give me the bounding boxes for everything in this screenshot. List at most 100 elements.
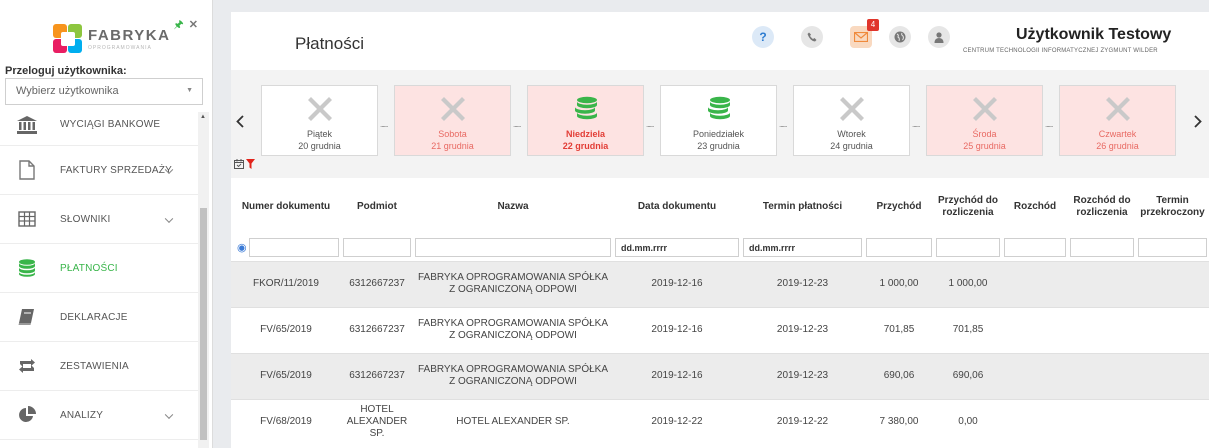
day-name: Niedziela <box>565 129 605 139</box>
day-card[interactable]: Poniedziałek 23 grudnia <box>660 85 777 156</box>
column-header[interactable]: Przychód <box>864 178 934 235</box>
eye-icon[interactable]: ◉ <box>237 242 247 254</box>
help-icon: ? <box>759 30 767 44</box>
prev-week-arrow[interactable] <box>231 106 249 136</box>
user-button[interactable] <box>928 26 950 48</box>
cell-podmiot: 6312667237 <box>341 352 413 399</box>
table-row[interactable]: FKOR/11/2019 6312667237 FABRYKA OPROGRAM… <box>231 260 1209 307</box>
filter-przychod-input[interactable] <box>866 238 932 258</box>
cell-termin: 2019-12-23 <box>741 306 864 353</box>
filter-podmiot-input[interactable] <box>343 238 411 258</box>
pie-chart-icon <box>16 405 38 425</box>
column-header[interactable]: Podmiot <box>341 178 413 235</box>
sidebar-item-label: FAKTURY SPRZEDAŻY <box>60 164 172 176</box>
user-name[interactable]: Użytkownik Testowy <box>1016 26 1171 44</box>
day-name: Sobota <box>438 129 467 139</box>
filter-data-input[interactable]: dd.mm.rrrr <box>615 238 739 258</box>
cell-rozchod <box>1002 352 1068 399</box>
sidebar-item-faktury-sprzedazy[interactable]: FAKTURY SPRZEDAŻY <box>0 146 198 195</box>
filter-przychod-roz-input[interactable] <box>936 238 1000 258</box>
mail-badge: 4 <box>867 19 879 31</box>
table-row[interactable]: FV/65/2019 6312667237 FABRYKA OPROGRAMOW… <box>231 306 1209 353</box>
filter-rozchod-roz-input[interactable] <box>1070 238 1134 258</box>
day-card-today[interactable]: Niedziela 22 grudnia <box>527 85 644 156</box>
cell-przychod: 690,06 <box>864 352 934 399</box>
cell-rozchod-roz <box>1068 398 1136 445</box>
phone-icon <box>807 32 817 42</box>
day-separator: ...... <box>513 120 521 129</box>
filter-nazwa-input[interactable] <box>415 238 611 258</box>
no-payment-icon <box>972 95 998 122</box>
cell-numer: FV/65/2019 <box>231 306 341 353</box>
sidebar-item-zestawienia[interactable]: ZESTAWIENIA <box>0 342 198 391</box>
scroll-up-icon[interactable]: ▲ <box>200 114 206 120</box>
cell-rozchod <box>1002 306 1068 353</box>
globe-button[interactable] <box>889 26 911 48</box>
day-date: 21 grudnia <box>431 141 474 151</box>
day-card[interactable]: Piątek 20 grudnia <box>261 85 378 156</box>
sidebar-item-label: PŁATNOŚCI <box>60 262 118 274</box>
filter-icon[interactable] <box>246 159 255 169</box>
no-payment-icon <box>1105 95 1131 122</box>
table-filter-row: ◉ dd.mm.rrrr dd.mm.rrrr <box>231 235 1209 261</box>
scrollbar-thumb[interactable] <box>200 208 207 440</box>
day-card[interactable]: Sobota 21 grudnia <box>394 85 511 156</box>
pin-icon[interactable]: 🖈 <box>174 19 184 31</box>
sidebar: FABRYKA OPROGRAMOWANIA 🖈 ✕ Przeloguj uży… <box>0 0 213 448</box>
sidebar-item-analizy[interactable]: ANALIZY <box>0 391 198 440</box>
cell-rozchod <box>1002 260 1068 307</box>
table-row[interactable]: FV/65/2019 6312667237 FABRYKA OPROGRAMOW… <box>231 352 1209 399</box>
day-card[interactable]: Wtorek 24 grudnia <box>793 85 910 156</box>
phone-button[interactable] <box>801 26 823 48</box>
column-header[interactable]: Nazwa <box>413 178 613 235</box>
filter-termin-input[interactable]: dd.mm.rrrr <box>743 238 862 258</box>
sidebar-item-deklaracje[interactable]: DEKLARACJE <box>0 293 198 342</box>
sidebar-item-label: WYCIĄGI BANKOWE <box>60 119 161 130</box>
cell-data: 2019-12-22 <box>613 398 741 445</box>
day-separator: ...... <box>779 120 787 129</box>
logo-mark-icon <box>53 24 83 54</box>
filter-rozchod-input[interactable] <box>1004 238 1066 258</box>
next-week-arrow[interactable] <box>1189 106 1207 136</box>
cell-podmiot: 6312667237 <box>341 260 413 307</box>
column-header[interactable]: Przychód do rozliczenia <box>934 178 1002 235</box>
logo[interactable]: FABRYKA OPROGRAMOWANIA <box>53 24 170 54</box>
column-header[interactable]: Termin przekroczony <box>1136 178 1209 235</box>
column-header[interactable]: Data dokumentu <box>613 178 741 235</box>
cell-przychod-roz: 1 000,00 <box>934 260 1002 307</box>
chevron-right-icon <box>1194 114 1202 128</box>
user-company: CENTRUM TECHNOLOGII INFORMATYCZNEJ ZYGMU… <box>963 48 1158 54</box>
cell-podmiot: HOTEL ALEXANDER SP. <box>341 398 413 445</box>
no-payment-icon <box>307 95 333 122</box>
calendar-icon[interactable] <box>234 159 244 169</box>
filter-numer-input[interactable] <box>249 238 339 258</box>
column-header[interactable]: Termin płatności <box>741 178 864 235</box>
cell-data: 2019-12-16 <box>613 306 741 353</box>
cell-termin: 2019-12-23 <box>741 260 864 307</box>
table-row[interactable]: FV/68/2019 HOTEL ALEXANDER SP. HOTEL ALE… <box>231 398 1209 445</box>
cell-przychod: 1 000,00 <box>864 260 934 307</box>
cell-nazwa: HOTEL ALEXANDER SP. <box>413 398 613 445</box>
cell-przekroczony <box>1136 398 1209 445</box>
cell-rozchod-roz <box>1068 260 1136 307</box>
sidebar-item-slowniki[interactable]: SŁOWNIKI <box>0 195 198 244</box>
day-card[interactable]: Czwartek 26 grudnia <box>1059 85 1176 156</box>
column-header[interactable]: Numer dokumentu <box>231 178 341 235</box>
close-icon[interactable]: ✕ <box>189 19 198 31</box>
column-header[interactable]: Rozchód <box>1002 178 1068 235</box>
cell-rozchod-roz <box>1068 306 1136 353</box>
sidebar-scrollbar[interactable]: ▲ <box>198 112 209 448</box>
help-button[interactable]: ? <box>752 26 774 48</box>
day-card[interactable]: Środa 25 grudnia <box>926 85 1043 156</box>
cell-data: 2019-12-16 <box>613 260 741 307</box>
column-header[interactable]: Rozchód do rozliczenia <box>1068 178 1136 235</box>
filter-przekroczony-input[interactable] <box>1138 238 1207 258</box>
day-separator: ...... <box>646 120 654 129</box>
day-name: Środa <box>972 129 997 139</box>
user-select[interactable]: Wybierz użytkownika ▼ <box>5 78 203 105</box>
logo-row: FABRYKA OPROGRAMOWANIA 🖈 ✕ <box>0 0 212 62</box>
day-date: 22 grudnia <box>562 141 609 151</box>
mail-button[interactable]: 4 <box>850 19 879 48</box>
sidebar-item-wyciagi-bankowe[interactable]: WYCIĄGI BANKOWE <box>0 104 198 146</box>
sidebar-item-platnosci[interactable]: PŁATNOŚCI <box>0 244 198 293</box>
